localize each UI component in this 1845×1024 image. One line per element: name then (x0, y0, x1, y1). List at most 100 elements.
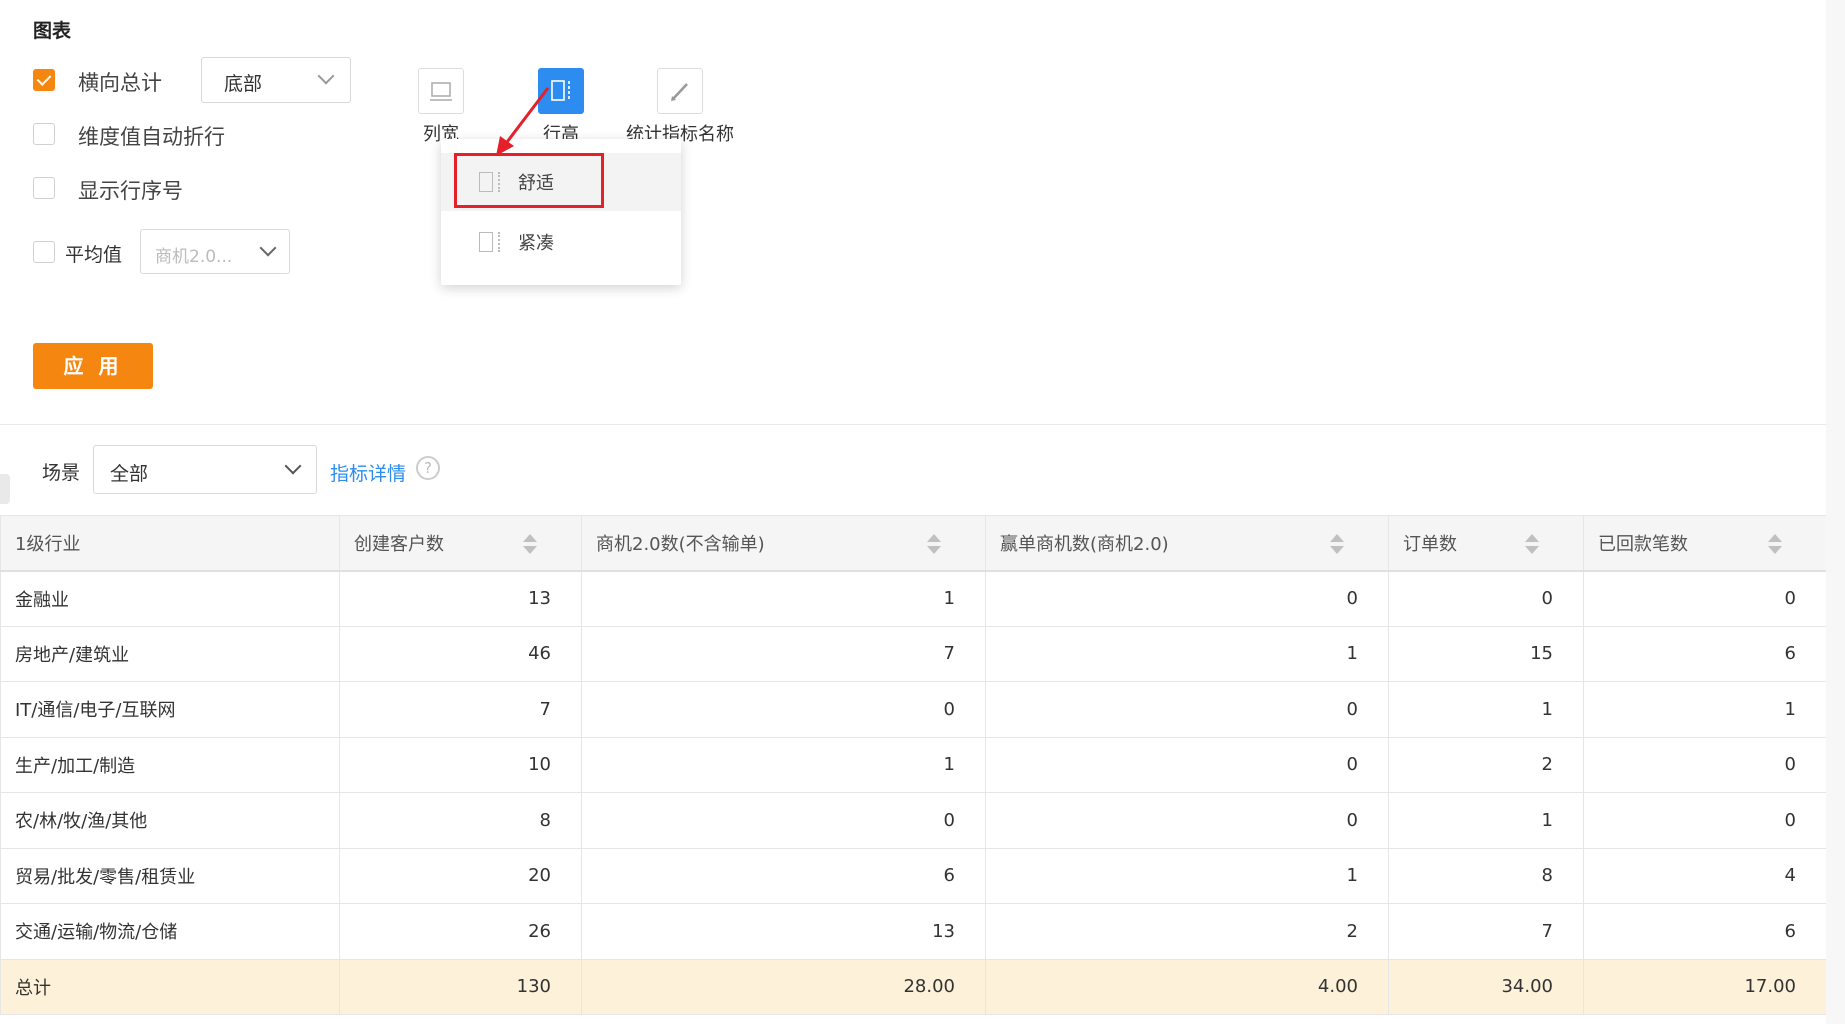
cell-value: 1 (1388, 681, 1584, 738)
cell-value: 6 (1583, 903, 1827, 960)
cell-value: 15 (1388, 625, 1584, 682)
header-label: 1级行业 (15, 533, 81, 555)
horizontal-total-label: 横向总计 (78, 71, 162, 95)
sort-icon[interactable] (1330, 534, 1344, 554)
cell-total-value: 17.00 (1583, 958, 1827, 1015)
table-row: 贸易/批发/零售/租赁业 20 6 1 8 4 (0, 847, 1827, 904)
auto-wrap-checkbox[interactable] (33, 123, 55, 145)
cell-value: 13 (339, 570, 582, 627)
table-row: 生产/加工/制造 10 1 0 2 0 (0, 736, 1827, 793)
total-row: 总计 130 28.00 4.00 34.00 17.00 (0, 958, 1827, 1015)
table-row: 交通/运输/物流/仓储 26 13 2 7 6 (0, 903, 1827, 960)
cell-value: 6 (1583, 625, 1827, 682)
row-height-compact-icon (479, 232, 493, 252)
cell-industry: 生产/加工/制造 (0, 736, 340, 793)
row-number-label: 显示行序号 (78, 179, 183, 203)
header-payments[interactable]: 已回款笔数 (1583, 515, 1827, 572)
cell-value: 0 (1583, 570, 1827, 627)
scene-value: 全部 (110, 463, 149, 485)
apply-button[interactable]: 应 用 (33, 343, 153, 389)
cell-total-label: 总计 (0, 958, 340, 1015)
cell-value: 1 (1583, 681, 1827, 738)
table-header-row: 1级行业 创建客户数 商机2.0数(不含输单) 赢单商机数(商机2.0) 订单数… (0, 515, 1827, 572)
cell-value: 1 (985, 847, 1389, 904)
sort-icon[interactable] (1525, 534, 1539, 554)
average-metric-select[interactable]: 商机2.0... (140, 229, 290, 274)
chevron-down-icon (284, 457, 302, 475)
divider (0, 424, 1826, 425)
annotation-arrow (496, 87, 550, 156)
average-checkbox[interactable] (33, 241, 55, 263)
row-height-option-compact[interactable]: 紧凑 (441, 213, 681, 271)
cell-value: 0 (1583, 736, 1827, 793)
cell-value: 0 (1583, 792, 1827, 849)
col-width-button[interactable] (418, 68, 464, 114)
table-row: 金融业 13 1 0 0 0 (0, 570, 1827, 627)
cell-industry: 房地产/建筑业 (0, 625, 340, 682)
cell-value: 10 (339, 736, 582, 793)
metric-detail-link[interactable]: 指标详情 (330, 459, 406, 486)
header-label: 订单数 (1403, 533, 1457, 555)
help-icon[interactable]: ? (416, 456, 440, 480)
scene-select[interactable]: 全部 (93, 445, 317, 494)
header-created-customers[interactable]: 创建客户数 (339, 515, 582, 572)
cell-value: 6 (581, 847, 986, 904)
header-label: 已回款笔数 (1598, 533, 1688, 555)
row-number-checkbox[interactable] (33, 177, 55, 199)
cell-value: 0 (985, 792, 1389, 849)
cell-value: 26 (339, 903, 582, 960)
cell-total-value: 4.00 (985, 958, 1389, 1015)
cell-value: 0 (985, 736, 1389, 793)
header-orders[interactable]: 订单数 (1388, 515, 1584, 572)
cell-value: 1 (581, 570, 986, 627)
cell-total-value: 28.00 (581, 958, 986, 1015)
scene-label: 场景 (42, 462, 81, 484)
cell-industry: IT/通信/电子/互联网 (0, 681, 340, 738)
cell-industry: 交通/运输/物流/仓储 (0, 903, 340, 960)
sort-icon[interactable] (523, 534, 537, 554)
cell-value: 8 (1388, 847, 1584, 904)
total-position-value: 底部 (224, 73, 263, 95)
cell-industry: 金融业 (0, 570, 340, 627)
average-metric-value: 商机2.0... (155, 247, 233, 267)
metric-name-button[interactable] (657, 68, 703, 114)
cell-value: 4 (1583, 847, 1827, 904)
col-width-icon (430, 82, 452, 101)
chevron-down-icon (259, 239, 277, 257)
table-row: IT/通信/电子/互联网 7 0 0 1 1 (0, 681, 1827, 738)
header-label: 商机2.0数(不含输单) (596, 533, 765, 555)
table-row: 农/林/牧/渔/其他 8 0 0 1 0 (0, 792, 1827, 849)
cell-value: 0 (1388, 570, 1584, 627)
cell-total-value: 34.00 (1388, 958, 1584, 1015)
total-position-select[interactable]: 底部 (201, 57, 351, 103)
chevron-down-icon (317, 67, 335, 85)
horizontal-total-checkbox[interactable] (33, 69, 55, 91)
cell-value: 0 (985, 570, 1389, 627)
cell-value: 2 (1388, 736, 1584, 793)
row-height-compact-icon-bar (498, 232, 502, 252)
header-won-opportunities[interactable]: 赢单商机数(商机2.0) (985, 515, 1389, 572)
section-title: 图表 (33, 20, 72, 42)
cell-value: 0 (581, 792, 986, 849)
cell-value: 2 (985, 903, 1389, 960)
header-industry[interactable]: 1级行业 (0, 515, 340, 572)
cell-value: 0 (985, 681, 1389, 738)
sort-icon[interactable] (927, 534, 941, 554)
auto-wrap-label: 维度值自动折行 (78, 125, 225, 149)
cell-value: 1 (581, 736, 986, 793)
cell-value: 46 (339, 625, 582, 682)
header-label: 赢单商机数(商机2.0) (1000, 533, 1169, 555)
vertical-scrollbar[interactable] (1826, 0, 1845, 1024)
header-label: 创建客户数 (354, 533, 444, 555)
header-opportunities[interactable]: 商机2.0数(不含输单) (581, 515, 986, 572)
cell-value: 7 (581, 625, 986, 682)
cell-value: 13 (581, 903, 986, 960)
cell-industry: 农/林/牧/渔/其他 (0, 792, 340, 849)
cell-value: 1 (1388, 792, 1584, 849)
sort-icon[interactable] (1768, 534, 1782, 554)
cell-value: 7 (1388, 903, 1584, 960)
compact-label: 紧凑 (518, 233, 554, 254)
pencil-icon (671, 83, 688, 101)
cell-value: 20 (339, 847, 582, 904)
side-panel-handle[interactable] (0, 474, 10, 504)
